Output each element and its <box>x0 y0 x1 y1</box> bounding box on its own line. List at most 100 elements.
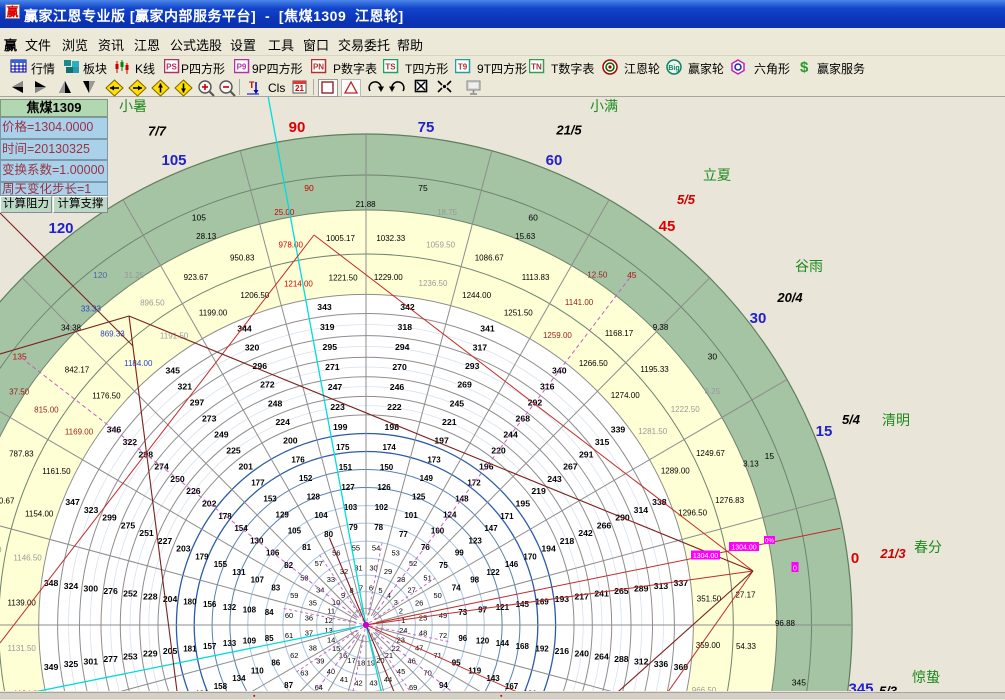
svg-text:101: 101 <box>404 511 418 520</box>
svg-text:21/3: 21/3 <box>879 546 906 561</box>
svg-text:79: 79 <box>349 523 358 532</box>
svg-text:26: 26 <box>415 599 423 608</box>
svg-text:168: 168 <box>516 642 530 651</box>
svg-text:1131.50: 1131.50 <box>8 644 37 653</box>
svg-text:29: 29 <box>384 567 392 576</box>
svg-text:1195.33: 1195.33 <box>640 365 669 374</box>
svg-text:20/4: 20/4 <box>776 290 803 305</box>
svg-text:84: 84 <box>265 608 274 617</box>
svg-text:222: 222 <box>387 402 402 412</box>
svg-text:337: 337 <box>674 578 689 588</box>
svg-text:228: 228 <box>143 591 158 601</box>
svg-text:33: 33 <box>327 575 335 584</box>
svg-text:149: 149 <box>420 474 434 483</box>
svg-text:1154.00: 1154.00 <box>25 509 54 518</box>
svg-text:18.75: 18.75 <box>437 208 458 217</box>
svg-text:105: 105 <box>161 152 186 169</box>
svg-text:320: 320 <box>245 342 260 352</box>
svg-text:217: 217 <box>574 591 589 601</box>
svg-text:301: 301 <box>84 657 99 667</box>
svg-text:2: 2 <box>399 607 403 616</box>
svg-text:110: 110 <box>251 667 264 676</box>
svg-text:小暑: 小暑 <box>119 98 147 114</box>
svg-text:271: 271 <box>325 362 340 372</box>
svg-text:33.33: 33.33 <box>81 305 102 314</box>
svg-text:98: 98 <box>470 576 479 585</box>
svg-text:90: 90 <box>304 183 314 193</box>
svg-text:227: 227 <box>158 536 173 546</box>
svg-text:339: 339 <box>611 425 626 435</box>
svg-text:123: 123 <box>469 536 483 545</box>
svg-text:1176.50: 1176.50 <box>92 391 121 400</box>
svg-text:103: 103 <box>344 503 358 512</box>
svg-text:129: 129 <box>276 511 290 520</box>
svg-text:45: 45 <box>659 218 676 235</box>
svg-text:1296.50: 1296.50 <box>678 509 707 518</box>
svg-text:1214.00: 1214.00 <box>284 279 313 288</box>
svg-text:199: 199 <box>333 422 348 432</box>
svg-text:147: 147 <box>484 524 498 533</box>
svg-text:21/5: 21/5 <box>555 123 582 138</box>
svg-text:203: 203 <box>176 544 191 554</box>
svg-text:172: 172 <box>467 479 481 488</box>
svg-text:146: 146 <box>505 560 519 569</box>
svg-text:128: 128 <box>307 493 321 502</box>
svg-text:323: 323 <box>84 505 99 515</box>
svg-text:359.00: 359.00 <box>696 641 721 650</box>
svg-text:245: 245 <box>450 398 465 408</box>
svg-text:179: 179 <box>195 552 209 561</box>
svg-text:1184.00: 1184.00 <box>124 359 153 368</box>
svg-text:182: 182 <box>195 690 209 691</box>
svg-text:157: 157 <box>203 642 217 651</box>
svg-text:248: 248 <box>268 398 283 408</box>
svg-text:28.13: 28.13 <box>196 232 217 241</box>
svg-text:9.38: 9.38 <box>653 323 669 332</box>
svg-text:229: 229 <box>143 649 158 659</box>
svg-text:7/7: 7/7 <box>148 124 167 139</box>
svg-text:253: 253 <box>123 651 138 661</box>
svg-text:173: 173 <box>427 455 441 464</box>
svg-text:T9: T9 <box>458 63 468 72</box>
svg-text:6: 6 <box>369 583 373 592</box>
svg-text:1281.50: 1281.50 <box>638 427 667 436</box>
svg-text:896.50: 896.50 <box>140 299 165 308</box>
svg-text:30: 30 <box>708 352 718 362</box>
svg-text:1244.00: 1244.00 <box>462 291 491 300</box>
svg-text:144: 144 <box>496 639 510 648</box>
svg-text:1222.50: 1222.50 <box>671 405 700 414</box>
svg-text:297: 297 <box>190 398 205 408</box>
svg-text:340: 340 <box>552 366 567 376</box>
svg-text:120: 120 <box>48 220 73 237</box>
svg-text:5/5: 5/5 <box>677 192 696 207</box>
svg-text:760.67: 760.67 <box>0 497 15 506</box>
svg-text:195: 195 <box>516 499 531 509</box>
svg-text:242: 242 <box>578 528 593 538</box>
svg-text:300: 300 <box>84 583 99 593</box>
svg-text:1249.67: 1249.67 <box>696 449 725 458</box>
svg-text:131: 131 <box>232 568 246 577</box>
svg-text:152: 152 <box>299 474 313 483</box>
svg-text:107: 107 <box>251 576 265 585</box>
svg-text:立夏: 立夏 <box>703 167 731 183</box>
svg-text:83: 83 <box>271 583 280 592</box>
svg-text:75: 75 <box>439 561 448 570</box>
svg-text:315: 315 <box>595 437 610 447</box>
svg-text:5: 5 <box>378 586 382 595</box>
svg-text:46: 46 <box>408 656 416 665</box>
svg-text:265: 265 <box>614 586 629 596</box>
svg-text:50: 50 <box>434 591 442 600</box>
svg-text:1005.17: 1005.17 <box>326 234 355 243</box>
svg-text:73: 73 <box>458 608 467 617</box>
svg-text:247: 247 <box>328 382 343 392</box>
svg-text:63: 63 <box>300 669 308 678</box>
svg-text:158: 158 <box>214 682 228 691</box>
svg-text:1199.00: 1199.00 <box>199 309 228 318</box>
svg-text:3.13: 3.13 <box>743 460 759 469</box>
svg-text:200: 200 <box>283 436 298 446</box>
svg-text:133: 133 <box>223 639 237 648</box>
svg-text:132: 132 <box>223 603 237 612</box>
svg-text:76: 76 <box>421 543 430 552</box>
svg-text:PN: PN <box>313 63 324 72</box>
svg-text:1221.50: 1221.50 <box>329 273 358 282</box>
svg-text:343: 343 <box>317 302 332 312</box>
